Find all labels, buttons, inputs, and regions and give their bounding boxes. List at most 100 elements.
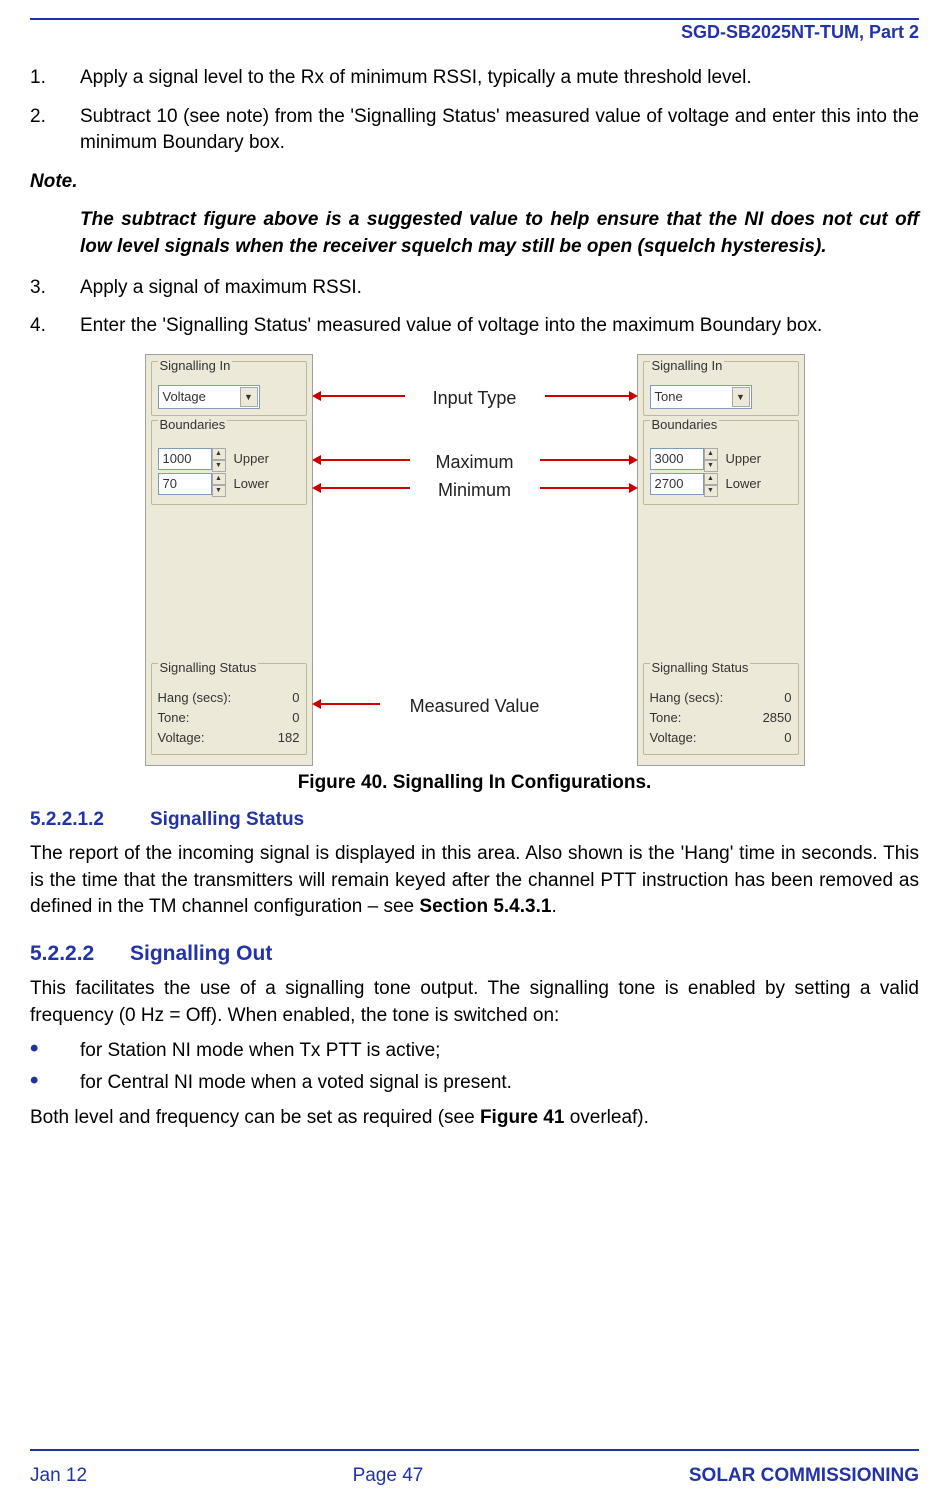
heading-signalling-out: 5.2.2.2Signalling Out — [30, 939, 919, 968]
bullet-icon: • — [30, 1038, 80, 1065]
para-tail: Both level and frequency can be set as r… — [30, 1105, 919, 1132]
spin-down-icon[interactable]: ▼ — [704, 460, 718, 472]
group-boundaries: Boundaries 3000 ▲ ▼ Upper 2700 — [643, 420, 799, 505]
body: 1. Apply a signal level to the Rx of min… — [30, 53, 919, 1449]
step-text: Apply a signal level to the Rx of minimu… — [80, 65, 919, 92]
group-title: Signalling In — [158, 357, 233, 375]
figure-caption: Figure 40. Signalling In Configurations. — [145, 770, 805, 797]
section-ref: Section 5.4.3.1 — [419, 896, 551, 917]
select-value: Voltage — [159, 388, 239, 406]
figure-40: Signalling In Voltage ▼ Boundaries 1000 … — [145, 354, 805, 797]
step-number: 3. — [30, 275, 80, 302]
heading-number: 5.2.2.2 — [30, 939, 130, 968]
group-signalling-in: Signalling In Tone ▼ — [643, 361, 799, 417]
para-signalling-out: This facilitates the use of a signalling… — [30, 976, 919, 1029]
heading-title: Signalling Out — [130, 942, 272, 965]
group-signalling-in: Signalling In Voltage ▼ — [151, 361, 307, 417]
group-title: Signalling Status — [158, 659, 259, 677]
para-text: . — [551, 896, 556, 917]
doc-id: SGD-SB2025NT-TUM, Part 2 — [30, 22, 919, 43]
voltage-label: Voltage: — [158, 729, 205, 747]
bullet-text: for Central NI mode when a voted signal … — [80, 1070, 919, 1097]
para-text: overleaf). — [564, 1107, 648, 1128]
step-text: Apply a signal of maximum RSSI. — [80, 275, 919, 302]
step-text: Subtract 10 (see note) from the 'Signall… — [80, 104, 919, 157]
para-text: Both level and frequency can be set as r… — [30, 1107, 480, 1128]
group-title: Signalling Status — [650, 659, 751, 677]
lower-label: Lower — [234, 475, 269, 493]
step-3: 3. Apply a signal of maximum RSSI. — [30, 275, 919, 302]
heading-number: 5.2.2.1.2 — [30, 807, 150, 834]
lower-boundary-input[interactable]: 2700 — [650, 473, 704, 495]
spin-up-icon[interactable]: ▲ — [212, 448, 226, 460]
input-type-select[interactable]: Voltage ▼ — [158, 385, 260, 409]
figure-callouts: Input Type Maximum Minimum — [320, 354, 630, 766]
bullet-1: • for Station NI mode when Tx PTT is act… — [30, 1038, 919, 1065]
upper-boundary-input[interactable]: 3000 — [650, 448, 704, 470]
spin-down-icon[interactable]: ▼ — [212, 460, 226, 472]
callout-input-type: Input Type — [427, 386, 523, 411]
spin-up-icon[interactable]: ▲ — [704, 473, 718, 485]
voltage-value: 0 — [784, 729, 791, 747]
input-type-select[interactable]: Tone ▼ — [650, 385, 752, 409]
bullet-2: • for Central NI mode when a voted signa… — [30, 1070, 919, 1097]
chevron-down-icon[interactable]: ▼ — [732, 387, 750, 407]
footer-section: SOLAR COMMISSIONING — [689, 1465, 919, 1487]
para-signalling-status: The report of the incoming signal is dis… — [30, 841, 919, 921]
tone-value: 2850 — [763, 709, 792, 727]
lower-boundary-input[interactable]: 70 — [158, 473, 212, 495]
spin-buttons[interactable]: ▲ ▼ — [704, 473, 718, 495]
select-value: Tone — [651, 388, 731, 406]
spin-down-icon[interactable]: ▼ — [212, 485, 226, 497]
upper-label: Upper — [726, 450, 761, 468]
spin-down-icon[interactable]: ▼ — [704, 485, 718, 497]
step-2: 2. Subtract 10 (see note) from the 'Sign… — [30, 104, 919, 157]
step-text: Enter the 'Signalling Status' measured v… — [80, 313, 919, 340]
group-boundaries: Boundaries 1000 ▲ ▼ Upper 70 — [151, 420, 307, 505]
voltage-value: 182 — [278, 729, 300, 747]
spin-up-icon[interactable]: ▲ — [704, 448, 718, 460]
step-4: 4. Enter the 'Signalling Status' measure… — [30, 313, 919, 340]
hang-value: 0 — [784, 689, 791, 707]
group-signalling-status: Signalling Status Hang (secs):0 Tone:285… — [643, 663, 799, 755]
tone-value: 0 — [292, 709, 299, 727]
signalling-panel-right: Signalling In Tone ▼ Boundaries 3000 ▲ — [637, 354, 805, 766]
bullet-icon: • — [30, 1070, 80, 1097]
spin-buttons[interactable]: ▲ ▼ — [704, 448, 718, 470]
footer-date: Jan 12 — [30, 1465, 87, 1487]
step-number: 4. — [30, 313, 80, 340]
hang-value: 0 — [292, 689, 299, 707]
step-number: 1. — [30, 65, 80, 92]
heading-title: Signalling Status — [150, 809, 304, 830]
upper-label: Upper — [234, 450, 269, 468]
callout-maximum: Maximum — [429, 450, 519, 475]
chevron-down-icon[interactable]: ▼ — [240, 387, 258, 407]
group-signalling-status: Signalling Status Hang (secs):0 Tone:0 V… — [151, 663, 307, 755]
bullet-text: for Station NI mode when Tx PTT is activ… — [80, 1038, 919, 1065]
hang-label: Hang (secs): — [650, 689, 724, 707]
hang-label: Hang (secs): — [158, 689, 232, 707]
note-label: Note. — [30, 169, 919, 196]
note-body: The subtract figure above is a suggested… — [80, 207, 919, 260]
step-1: 1. Apply a signal level to the Rx of min… — [30, 65, 919, 92]
upper-boundary-input[interactable]: 1000 — [158, 448, 212, 470]
tone-label: Tone: — [650, 709, 682, 727]
footer-page: Page 47 — [353, 1465, 424, 1487]
step-number: 2. — [30, 104, 80, 157]
figure-ref: Figure 41 — [480, 1107, 564, 1128]
voltage-label: Voltage: — [650, 729, 697, 747]
signalling-panel-left: Signalling In Voltage ▼ Boundaries 1000 … — [145, 354, 313, 766]
group-title: Boundaries — [650, 416, 720, 434]
callout-measured-value: Measured Value — [404, 694, 546, 719]
callout-minimum: Minimum — [432, 478, 517, 503]
spin-buttons[interactable]: ▲ ▼ — [212, 448, 226, 470]
tone-label: Tone: — [158, 709, 190, 727]
heading-signalling-status: 5.2.2.1.2Signalling Status — [30, 807, 919, 834]
footer: Jan 12 Page 47 SOLAR COMMISSIONING — [30, 1449, 919, 1511]
group-title: Signalling In — [650, 357, 725, 375]
spin-up-icon[interactable]: ▲ — [212, 473, 226, 485]
lower-label: Lower — [726, 475, 761, 493]
header-rule — [30, 0, 919, 20]
group-title: Boundaries — [158, 416, 228, 434]
spin-buttons[interactable]: ▲ ▼ — [212, 473, 226, 495]
